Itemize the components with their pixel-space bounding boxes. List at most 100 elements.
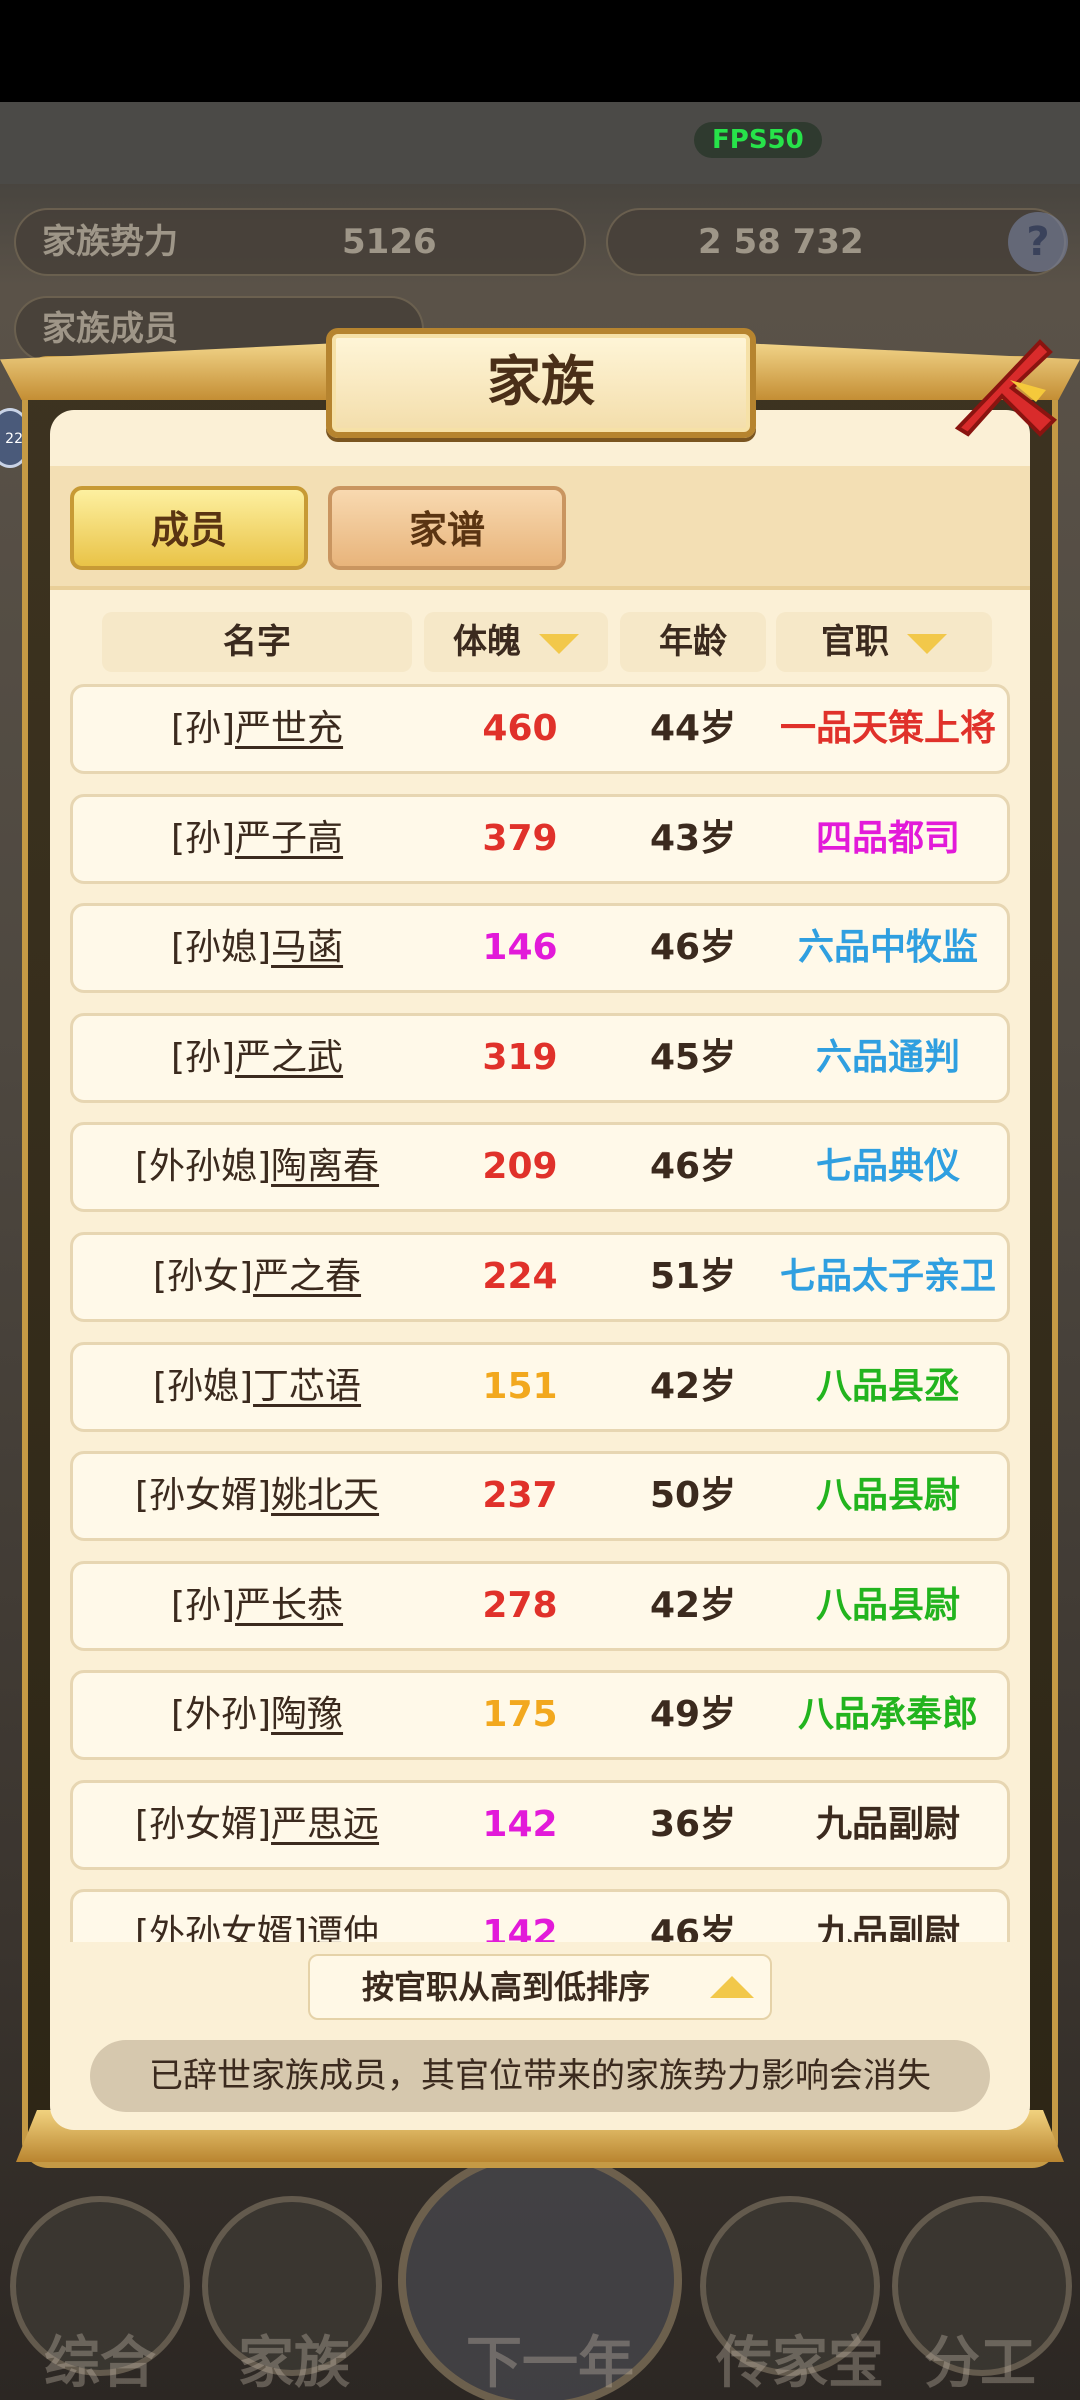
- member-name-link[interactable]: 严子高: [235, 818, 343, 859]
- family-power-value: 5126: [342, 222, 437, 262]
- member-office: 六品通判: [815, 1037, 960, 1078]
- member-row[interactable]: [孙]严之武 319 45岁 六品通判: [70, 1013, 1010, 1103]
- header-physique-label: 体魄: [453, 622, 521, 662]
- member-name-cell: [孙女]严之春: [73, 1235, 441, 1319]
- nav-family-label: 家族: [238, 2331, 350, 2396]
- member-age: 45岁: [649, 1037, 737, 1078]
- member-name-cell: [外孙媳]陶离春: [73, 1125, 441, 1209]
- member-name-link[interactable]: 严之武: [235, 1037, 343, 1078]
- member-name-cell: [孙女婿]姚北天: [73, 1454, 441, 1538]
- member-name-cell: [孙]严子高: [73, 797, 441, 881]
- member-relation: [孙]: [170, 1037, 236, 1078]
- member-row[interactable]: [孙]严长恭 278 42岁 八品县尉: [70, 1561, 1010, 1651]
- member-physique: 319: [482, 1037, 558, 1078]
- member-name-link[interactable]: 陶离春: [271, 1146, 379, 1187]
- tab-members[interactable]: 成员: [70, 486, 308, 570]
- family-power-hud: 家族势力 5126: [14, 208, 586, 276]
- member-row[interactable]: [孙媳]丁芯语 151 42岁 八品县丞: [70, 1342, 1010, 1432]
- header-name: 名字: [102, 612, 412, 672]
- member-name-link[interactable]: 马菡: [271, 927, 343, 968]
- tab-genealogy[interactable]: 家谱: [328, 486, 566, 570]
- member-row[interactable]: [孙]严子高 379 43岁 四品都司: [70, 794, 1010, 884]
- nav-next-year-label: 下一年: [466, 2331, 634, 2396]
- member-relation: [孙]: [170, 708, 236, 749]
- member-relation: [外孙]: [170, 1694, 272, 1735]
- member-relation: [孙]: [170, 818, 236, 859]
- family-members-label: 家族成员: [42, 309, 178, 349]
- tab-bar: 成员 家谱: [50, 466, 1030, 590]
- member-relation: [外孙女婿]: [134, 1913, 308, 1942]
- member-office: 八品承奉郎: [797, 1694, 978, 1735]
- member-name-link[interactable]: 谭仲: [307, 1913, 379, 1942]
- notice-text: 已辞世家族成员，其官位带来的家族势力影响会消失: [90, 2040, 990, 2112]
- member-name-cell: [孙]严长恭: [73, 1564, 441, 1648]
- member-list[interactable]: [孙]严世充 460 44岁 一品天策上将 [孙]严子高 379 43岁 四品都…: [66, 684, 1016, 1942]
- member-relation: [外孙媳]: [134, 1146, 272, 1187]
- member-name-link[interactable]: 姚北天: [271, 1475, 379, 1516]
- member-office: 一品天策上将: [779, 708, 996, 749]
- member-age: 44岁: [649, 708, 737, 749]
- member-physique: 142: [482, 1804, 558, 1845]
- sort-down-icon: [907, 633, 947, 654]
- sort-label: 按官职从高到低排序: [362, 1968, 651, 2006]
- nav-heirloom-label: 传家宝: [716, 2331, 884, 2396]
- member-physique: 175: [482, 1694, 558, 1735]
- member-physique: 142: [482, 1913, 558, 1942]
- member-row[interactable]: [孙]严世充 460 44岁 一品天策上将: [70, 684, 1010, 774]
- close-icon[interactable]: [950, 330, 1060, 440]
- member-name-link[interactable]: 严世充: [235, 708, 343, 749]
- member-row[interactable]: [外孙女婿]谭仲 142 46岁 九品副尉: [70, 1889, 1010, 1942]
- member-row[interactable]: [孙女婿]姚北天 237 50岁 八品县尉: [70, 1451, 1010, 1541]
- member-name-link[interactable]: 严思远: [271, 1804, 379, 1845]
- member-name-link[interactable]: 严长恭: [235, 1585, 343, 1626]
- member-physique: 151: [482, 1366, 558, 1407]
- member-relation: [孙媳]: [152, 1366, 254, 1407]
- member-office: 七品典仪: [815, 1146, 960, 1187]
- header-office-sort[interactable]: 官职: [776, 612, 992, 672]
- member-office: 四品都司: [815, 818, 960, 859]
- resources-values: 2 58 732: [698, 222, 864, 262]
- member-name-cell: [外孙女婿]谭仲: [73, 1892, 441, 1942]
- nav-overview-label: 综合: [44, 2331, 156, 2396]
- member-name-cell: [孙女婿]严思远: [73, 1783, 441, 1867]
- member-age: 46岁: [649, 1913, 737, 1942]
- member-row[interactable]: [孙女]严之春 224 51岁 七品太子亲卫: [70, 1232, 1010, 1322]
- member-relation: [孙女]: [152, 1256, 254, 1297]
- member-row[interactable]: [孙女婿]严思远 142 36岁 九品副尉: [70, 1780, 1010, 1870]
- member-row[interactable]: [孙媳]马菡 146 46岁 六品中牧监: [70, 903, 1010, 993]
- member-physique: 278: [482, 1585, 558, 1626]
- member-name-link[interactable]: 陶豫: [271, 1694, 343, 1735]
- member-age: 49岁: [649, 1694, 737, 1735]
- member-name-cell: [孙]严之武: [73, 1016, 441, 1100]
- top-strip: [0, 102, 1080, 184]
- sort-by-office-button[interactable]: 按官职从高到低排序: [308, 1954, 772, 2020]
- member-name-link[interactable]: 丁芯语: [253, 1366, 361, 1407]
- member-office: 六品中牧监: [797, 927, 978, 968]
- fps-counter: FPS50: [694, 122, 822, 158]
- help-icon[interactable]: ?: [1008, 212, 1068, 272]
- member-age: 46岁: [649, 927, 737, 968]
- member-physique: 224: [482, 1256, 558, 1297]
- resources-hud: 2 58 732: [606, 208, 1066, 276]
- member-office: 九品副尉: [815, 1913, 960, 1942]
- sort-up-icon: [710, 1976, 754, 1998]
- member-name-link[interactable]: 严之春: [253, 1256, 361, 1297]
- member-row[interactable]: [外孙媳]陶离春 209 46岁 七品典仪: [70, 1122, 1010, 1212]
- member-physique: 460: [482, 708, 558, 749]
- member-physique: 237: [482, 1475, 558, 1516]
- member-office: 七品太子亲卫: [779, 1256, 996, 1297]
- family-power-label: 家族势力: [42, 222, 178, 262]
- nav-division-label: 分工: [924, 2331, 1036, 2396]
- header-name-label: 名字: [223, 622, 291, 662]
- status-bar: [0, 0, 1080, 102]
- header-physique-sort[interactable]: 体魄: [424, 612, 608, 672]
- member-row[interactable]: [外孙]陶豫 175 49岁 八品承奉郎: [70, 1670, 1010, 1760]
- panel-title: 家族: [326, 328, 756, 438]
- member-office: 八品县丞: [815, 1366, 960, 1407]
- member-age: 42岁: [649, 1585, 737, 1626]
- member-office: 八品县尉: [815, 1585, 960, 1626]
- member-age: 43岁: [649, 818, 737, 859]
- member-age: 51岁: [649, 1256, 737, 1297]
- member-name-cell: [外孙]陶豫: [73, 1673, 441, 1757]
- member-age: 36岁: [649, 1804, 737, 1845]
